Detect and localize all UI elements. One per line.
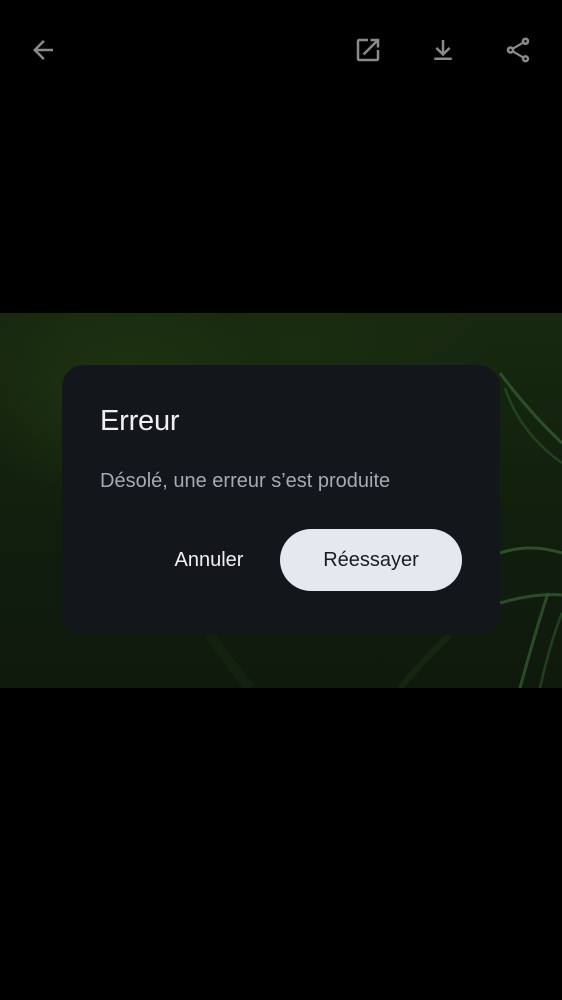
image-viewer-screen: Erreur Désolé, une erreur s’est produite… [0,0,562,1000]
download-icon [434,40,452,60]
dialog-title: Erreur [100,405,180,437]
retry-button[interactable]: Réessayer [280,529,462,591]
cancel-button[interactable]: Annuler [150,529,268,591]
arrow-back-icon [33,40,53,60]
share-icon [506,37,530,63]
error-dialog: Erreur Désolé, une erreur s’est produite… [62,365,500,635]
dialog-message: Désolé, une erreur s’est produite [100,470,391,492]
download-button[interactable] [419,26,467,74]
back-button[interactable] [19,26,67,74]
open-in-new-button[interactable] [344,26,392,74]
top-app-bar [0,0,562,100]
open-in-new-icon [356,38,380,62]
share-button[interactable] [494,26,542,74]
